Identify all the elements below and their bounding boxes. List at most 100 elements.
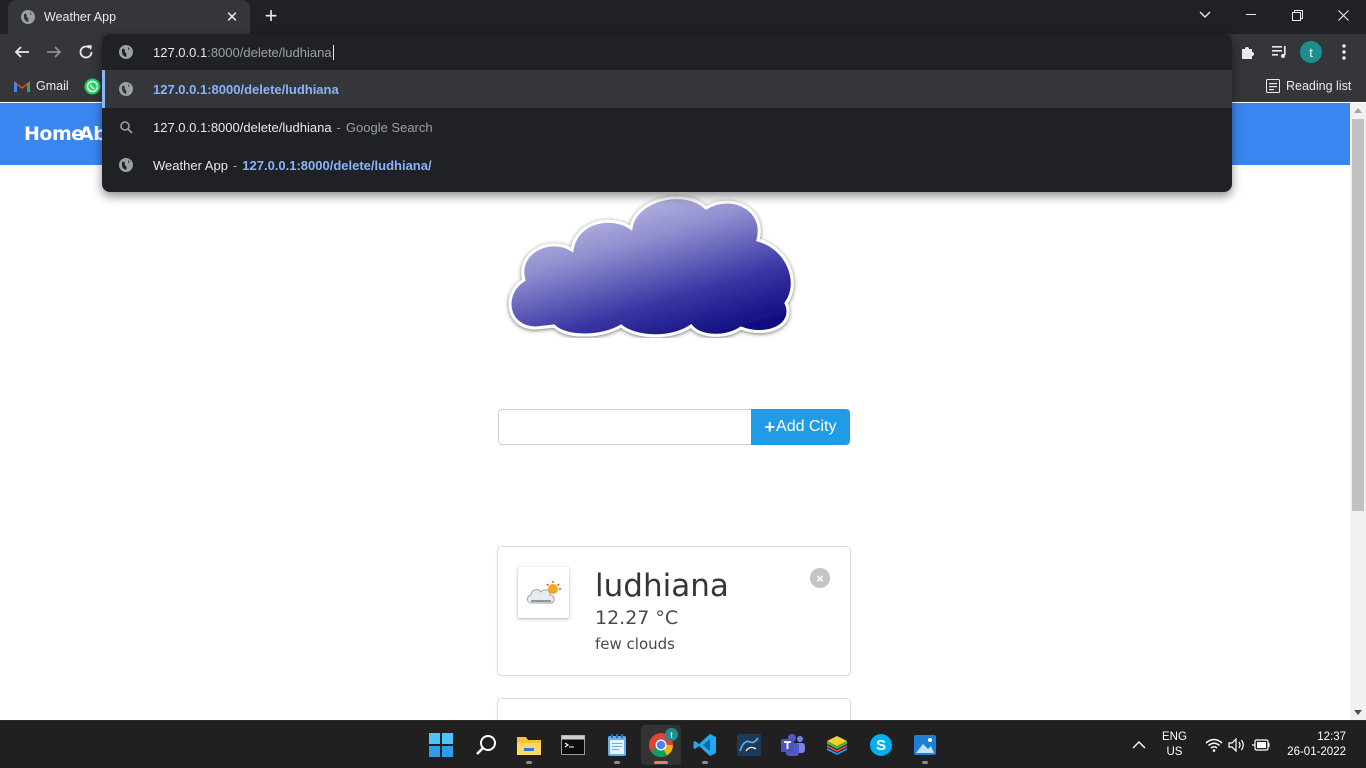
search-icon bbox=[476, 735, 496, 755]
city-input[interactable] bbox=[498, 409, 751, 445]
reading-list-label: Reading list bbox=[1286, 79, 1352, 93]
notepad-icon bbox=[608, 734, 626, 756]
omnibox-dropdown: 127.0.0.1:8000/delete/ludhiana 127.0.0.1… bbox=[102, 34, 1232, 192]
reload-icon bbox=[79, 45, 93, 59]
text-caret bbox=[332, 44, 334, 60]
add-city-label: Add City bbox=[776, 418, 837, 435]
bluestacks-icon bbox=[827, 736, 847, 755]
running-indicator bbox=[614, 761, 620, 764]
browser-tab-strip: Weather App ✕ + bbox=[0, 0, 1366, 34]
taskbar-skype[interactable]: S bbox=[861, 725, 901, 765]
tab-close-icon[interactable]: ✕ bbox=[224, 8, 240, 26]
globe-icon bbox=[118, 157, 134, 173]
address-bar[interactable]: 127.0.0.1:8000/delete/ludhiana bbox=[102, 34, 1232, 70]
vscode-icon bbox=[693, 734, 716, 756]
scrollbar-thumb[interactable] bbox=[1352, 119, 1364, 511]
city-weather-card: ludhiana 12.27 °C few clouds × bbox=[497, 546, 851, 676]
address-path: :8000/delete/ludhiana bbox=[207, 44, 332, 60]
taskbar-chrome[interactable]: t bbox=[641, 725, 681, 765]
whatsapp-icon bbox=[84, 78, 101, 95]
running-indicator bbox=[654, 761, 668, 764]
address-host: 127.0.0.1 bbox=[153, 44, 208, 60]
taskbar-vscode[interactable] bbox=[685, 725, 725, 765]
media-queue-icon[interactable] bbox=[1266, 38, 1294, 66]
reading-list-icon bbox=[1266, 79, 1280, 93]
windows-taskbar: t S ENG US 12:37 26-01-2022 bbox=[0, 720, 1366, 768]
omnibox-suggestion-search[interactable]: 127.0.0.1:8000/delete/ludhiana - Google … bbox=[102, 108, 1232, 146]
skype-icon: S bbox=[870, 734, 892, 756]
add-city-button[interactable]: + Add City bbox=[751, 409, 850, 445]
chrome-menu-icon[interactable] bbox=[1330, 38, 1358, 66]
omnibox-suggestion-history[interactable]: Weather App - 127.0.0.1:8000/delete/ludh… bbox=[102, 146, 1232, 184]
bookmark-gmail[interactable]: Gmail bbox=[14, 76, 69, 96]
suggestion-title: Weather App bbox=[153, 157, 228, 173]
taskbar-terminal[interactable] bbox=[553, 725, 593, 765]
show-hidden-icons-button[interactable] bbox=[1132, 721, 1146, 768]
plus-icon: + bbox=[764, 416, 776, 437]
bookmark-label: Gmail bbox=[36, 79, 69, 93]
arrow-right-icon bbox=[47, 46, 62, 58]
tab-search-chevron-icon[interactable] bbox=[1182, 0, 1228, 30]
taskbar-file-explorer[interactable] bbox=[509, 725, 549, 765]
keyboard-region: US bbox=[1166, 746, 1183, 758]
city-temperature: 12.27 °C bbox=[595, 607, 679, 629]
chrome-profile-badge: t bbox=[665, 728, 678, 741]
profile-avatar[interactable]: t bbox=[1300, 41, 1322, 63]
omnibox-suggestion-url[interactable]: 127.0.0.1:8000/delete/ludhiana bbox=[102, 70, 1232, 108]
language-indicator[interactable]: ENG US bbox=[1162, 721, 1187, 768]
taskbar-teams[interactable] bbox=[773, 725, 813, 765]
taskbar-photos[interactable] bbox=[905, 725, 945, 765]
taskbar-mysql-workbench[interactable] bbox=[729, 725, 769, 765]
minimize-button[interactable] bbox=[1228, 0, 1274, 30]
close-window-button[interactable] bbox=[1320, 0, 1366, 30]
reading-list-button[interactable]: Reading list bbox=[1266, 76, 1351, 96]
quick-settings-button[interactable] bbox=[1205, 721, 1270, 768]
add-city-form: + Add City bbox=[498, 409, 850, 445]
running-indicator bbox=[922, 761, 928, 764]
extensions-puzzle-icon[interactable] bbox=[1234, 38, 1262, 66]
scroll-up-arrow-icon[interactable] bbox=[1354, 108, 1362, 113]
gmail-icon bbox=[14, 80, 30, 92]
clock-date: 26-01-2022 bbox=[1287, 746, 1346, 758]
volume-icon bbox=[1228, 738, 1244, 752]
start-button[interactable] bbox=[421, 725, 461, 765]
language-code: ENG bbox=[1162, 731, 1187, 743]
chevron-up-icon bbox=[1132, 741, 1146, 749]
page-scrollbar[interactable] bbox=[1350, 103, 1366, 720]
taskbar-search-button[interactable] bbox=[466, 725, 506, 765]
clock[interactable]: 12:37 26-01-2022 bbox=[1284, 721, 1346, 768]
suggestion-engine: Google Search bbox=[345, 119, 433, 135]
tab-title: Weather App bbox=[44, 10, 117, 24]
running-indicator bbox=[526, 761, 532, 764]
running-indicator bbox=[702, 761, 708, 764]
taskbar-notepad[interactable] bbox=[597, 725, 637, 765]
reload-button[interactable] bbox=[72, 38, 100, 66]
wifi-icon bbox=[1205, 738, 1223, 752]
globe-icon bbox=[119, 45, 133, 59]
suggestion-query: 127.0.0.1:8000/delete/ludhiana bbox=[153, 119, 332, 135]
restore-button[interactable] bbox=[1274, 0, 1320, 30]
suggestion-url: 127.0.0.1:8000/delete/ludhiana bbox=[153, 81, 339, 97]
back-button[interactable] bbox=[8, 38, 36, 66]
weather-description: few clouds bbox=[595, 635, 675, 653]
teams-icon bbox=[781, 734, 805, 756]
mysql-workbench-icon bbox=[737, 734, 761, 756]
battery-icon bbox=[1252, 739, 1270, 751]
browser-tab[interactable]: Weather App ✕ bbox=[8, 0, 250, 34]
windows-logo-icon bbox=[429, 733, 453, 757]
delete-city-button[interactable]: × bbox=[810, 568, 830, 588]
svg-text:S: S bbox=[876, 737, 886, 754]
folder-icon bbox=[517, 737, 541, 755]
taskbar-bluestacks[interactable] bbox=[817, 725, 857, 765]
new-tab-button[interactable]: + bbox=[260, 5, 282, 27]
scroll-down-arrow-icon[interactable] bbox=[1354, 710, 1362, 715]
suggestion-separator: - bbox=[232, 157, 238, 173]
city-name: ludhiana bbox=[595, 568, 729, 604]
few-clouds-icon bbox=[518, 567, 569, 618]
nav-home-link[interactable]: Home bbox=[24, 123, 84, 145]
arrow-left-icon bbox=[14, 46, 29, 58]
cloud-logo-icon bbox=[508, 196, 794, 338]
globe-icon bbox=[21, 10, 35, 24]
forward-button[interactable] bbox=[40, 38, 68, 66]
photos-icon bbox=[914, 735, 936, 755]
